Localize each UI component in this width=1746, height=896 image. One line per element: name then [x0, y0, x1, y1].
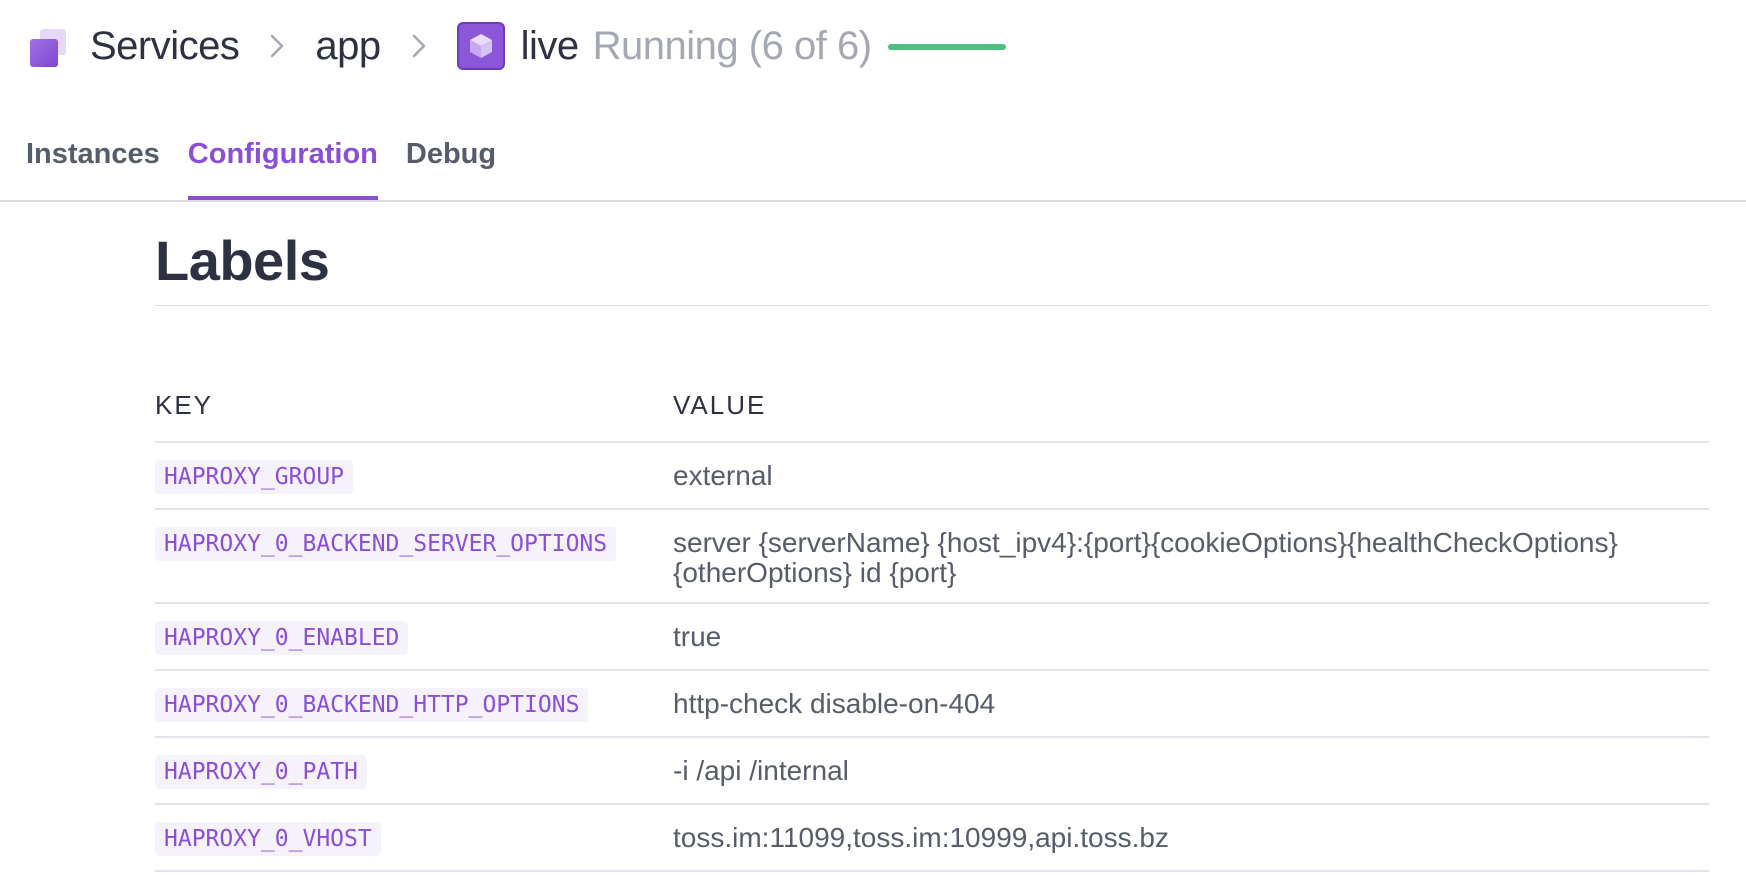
chevron-right-icon: [395, 33, 443, 59]
table-row: HAPROXY_0_BACKEND_HTTP_OPTIONS http-chec…: [155, 670, 1709, 738]
table-row: HAPROXY_GROUP external: [155, 442, 1709, 510]
breadcrumb: Services app live Running (6 of 6): [28, 20, 1006, 72]
service-cube-icon: [456, 22, 505, 70]
label-value: -i /api /internal: [673, 737, 1709, 805]
label-value: http-check disable-on-404: [673, 670, 1709, 738]
label-key: HAPROXY_0_PATH: [155, 755, 367, 789]
label-key: HAPROXY_GROUP: [155, 460, 354, 494]
breadcrumb-services[interactable]: Services: [90, 24, 240, 69]
label-key: HAPROXY_0_BACKEND_SERVER_OPTIONS: [155, 527, 617, 561]
services-logo-icon[interactable]: [28, 25, 70, 67]
table-row: HAPROXY_0_VHOST toss.im:11099,toss.im:10…: [155, 804, 1709, 872]
section-title: Labels: [155, 228, 1709, 306]
breadcrumb-live: live: [520, 23, 580, 68]
breadcrumb-app[interactable]: app: [315, 24, 381, 69]
status-text: Running (6 of 6): [592, 23, 872, 68]
tab-instances[interactable]: Instances: [26, 120, 160, 200]
label-key: HAPROXY_0_BACKEND_HTTP_OPTIONS: [155, 688, 589, 722]
table-row: HAPROXY_0_PATH -i /api /internal: [155, 737, 1709, 805]
column-header-key: KEY: [155, 390, 673, 443]
label-value: server {serverName} {host_ipv4}:{port}{c…: [673, 509, 1709, 604]
table-row: HAPROXY_0_ENABLED true: [155, 603, 1709, 671]
column-header-value: VALUE: [673, 390, 1709, 443]
tab-debug[interactable]: Debug: [406, 120, 496, 200]
label-key: HAPROXY_0_ENABLED: [155, 621, 409, 655]
table-row: HAPROXY_0_BACKEND_SERVER_OPTIONS server …: [155, 509, 1709, 604]
chevron-right-icon: [253, 33, 301, 59]
label-value: toss.im:11099,toss.im:10999,api.toss.bz: [673, 804, 1709, 872]
tab-bar: Instances Configuration Debug: [0, 120, 1746, 202]
label-key: HAPROXY_0_VHOST: [155, 822, 381, 856]
labels-table: KEY VALUE HAPROXY_GROUP external HAPROXY…: [155, 390, 1709, 872]
status-progress-bar: [887, 44, 1006, 50]
table-header-row: KEY VALUE: [155, 390, 1709, 443]
label-value: external: [673, 442, 1709, 510]
label-value: true: [673, 603, 1709, 671]
tab-configuration[interactable]: Configuration: [187, 120, 378, 200]
